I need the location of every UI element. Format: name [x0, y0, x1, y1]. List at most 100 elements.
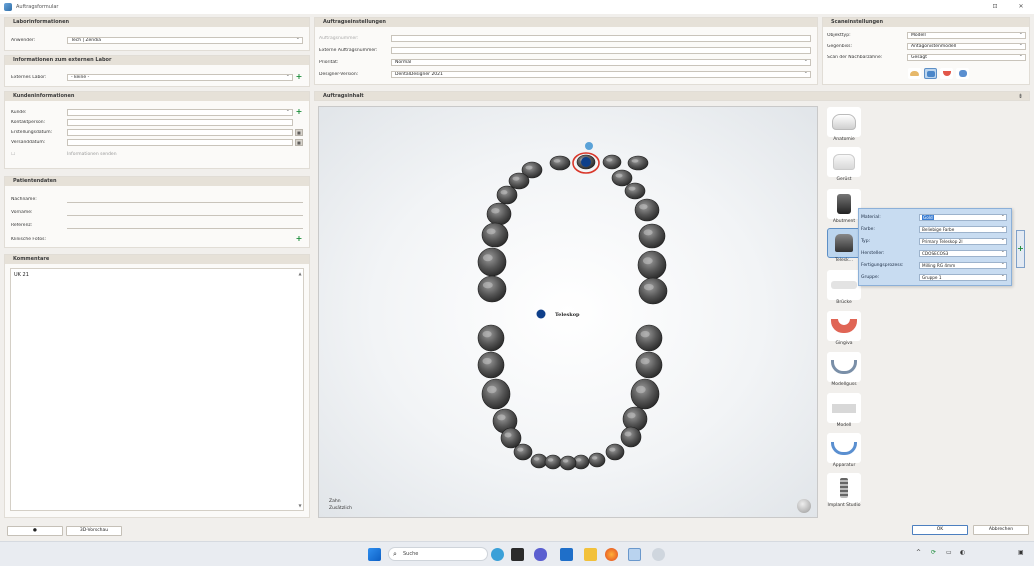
tooth[interactable] [627, 155, 649, 171]
tray-display-icon[interactable]: ▭ [946, 549, 952, 556]
popup-row-select[interactable]: CDOSECOS3 [919, 250, 1007, 257]
tooth[interactable] [605, 443, 625, 461]
tooth[interactable] [477, 351, 505, 379]
app-icon[interactable] [652, 548, 665, 561]
tooth[interactable] [611, 169, 633, 187]
3d-preview-button[interactable]: 3D-Vorschau [66, 526, 122, 536]
taskbar-search-input[interactable]: Suche [388, 547, 488, 561]
object-type-select[interactable]: Modell [907, 31, 1026, 39]
restore-window-icon[interactable]: ⊡ [990, 3, 1000, 11]
chat-icon[interactable] [534, 548, 547, 561]
tray-chevron-icon[interactable]: ^ [916, 549, 921, 556]
tooth[interactable] [549, 155, 571, 171]
ext-order-number-input[interactable] [391, 46, 811, 54]
popup-row-select[interactable]: Primary Teleskop 2l [919, 238, 1007, 245]
neighbour-scan-select[interactable]: Gesägt [907, 53, 1026, 61]
add-photo-icon[interactable]: + [295, 235, 303, 243]
tooth[interactable] [635, 324, 663, 352]
firefox-icon[interactable] [605, 548, 618, 561]
tool-modell[interactable]: Modell [822, 393, 866, 433]
selected-tooth-marker[interactable] [581, 157, 591, 167]
tooth[interactable] [630, 378, 660, 410]
tool-implant-studio[interactable]: Implant Studio [822, 473, 866, 513]
scroll-up-icon[interactable]: ▲ [298, 271, 302, 276]
calendar-icon[interactable]: ▦ [295, 138, 303, 146]
scan-impression-icon[interactable] [956, 68, 969, 79]
comments-textarea[interactable]: UK 21 ▲ ▼ [10, 268, 304, 511]
pin-icon[interactable]: ⇟ [1018, 92, 1023, 101]
tooth[interactable] [637, 250, 667, 280]
scroll-down-icon[interactable]: ▼ [298, 503, 302, 508]
send-info-checkbox[interactable]: ☐ [11, 152, 67, 157]
calendar-icon[interactable]: ▦ [295, 128, 303, 136]
file-explorer-icon[interactable] [584, 548, 597, 561]
tooth[interactable] [477, 247, 507, 277]
antagonist-select[interactable]: Antagonistenmodell [907, 42, 1026, 50]
task-view-icon[interactable] [511, 548, 524, 561]
tooth[interactable] [588, 452, 606, 468]
tooth[interactable] [508, 172, 530, 190]
comments-scrollbar[interactable]: ▲ ▼ [298, 271, 302, 508]
created-date-input[interactable] [67, 128, 293, 136]
tooth[interactable] [624, 182, 646, 200]
tooth[interactable] [634, 198, 660, 222]
scan-gingiva-icon[interactable] [940, 68, 953, 79]
tooth[interactable] [559, 455, 577, 471]
external-lab-select[interactable]: - keine - [67, 73, 293, 81]
tooth[interactable] [602, 154, 622, 170]
lastname-input[interactable] [67, 196, 303, 203]
tray-notification-icon[interactable]: ▣ [1018, 549, 1024, 556]
dental-system-icon[interactable] [628, 548, 641, 561]
tooth[interactable] [481, 222, 509, 248]
tooth[interactable] [486, 202, 512, 226]
designer-version-select[interactable]: DentalDesigner 2021 [391, 70, 811, 78]
add-customer-icon[interactable]: + [295, 108, 303, 116]
tooth-info-icon[interactable] [585, 142, 593, 150]
teamviewer-icon[interactable] [560, 548, 573, 561]
start-icon[interactable] [368, 548, 381, 561]
tray-sync-icon[interactable]: ⟳ [931, 549, 936, 556]
tooth[interactable] [477, 275, 507, 303]
add-restoration-button[interactable]: + [1016, 230, 1025, 268]
copilot-icon[interactable] [491, 548, 504, 561]
tooth[interactable] [635, 351, 663, 379]
preview-toggle-button[interactable]: ● [7, 526, 63, 536]
dental-chart-viewport[interactable]: Teleskop Zahn Zusätzlich [318, 106, 818, 518]
add-external-lab-icon[interactable]: + [295, 73, 303, 81]
popup-row-select[interactable]: Gold [919, 214, 1007, 221]
close-window-icon[interactable]: ✕ [1016, 3, 1026, 11]
tooth[interactable] [530, 453, 548, 469]
cancel-button[interactable]: Abbrechen [973, 525, 1029, 535]
reference-input[interactable] [67, 222, 303, 229]
tool-gerust[interactable]: Gerüst [822, 147, 866, 187]
tool-gingiva[interactable]: Gingiva [822, 311, 866, 351]
customer-select[interactable] [67, 108, 293, 116]
ship-date-input[interactable] [67, 138, 293, 146]
popup-row-select[interactable]: Gruppe 1 [919, 274, 1007, 281]
contact-input[interactable] [67, 118, 293, 126]
scan-model-icon[interactable] [908, 68, 921, 79]
order-number-input[interactable] [391, 34, 811, 42]
firstname-input[interactable] [67, 209, 303, 216]
priority-select[interactable]: Normal [391, 58, 811, 66]
tooth[interactable] [496, 185, 518, 205]
tool-modellguss[interactable]: Modellguss [822, 352, 866, 392]
tooth[interactable] [481, 378, 511, 410]
tool-anatomie[interactable]: Anatomie [822, 107, 866, 147]
tooth[interactable] [513, 443, 533, 461]
operator-select[interactable]: Tech | Zendia [67, 36, 303, 44]
scan-antagonist-icon[interactable] [924, 68, 937, 79]
popup-row-select[interactable]: Milling RG 4mm [919, 262, 1007, 269]
teleskop-legend-marker [536, 309, 546, 319]
ok-button[interactable]: OK [912, 525, 968, 535]
tooth[interactable] [544, 454, 562, 470]
tooth[interactable] [638, 223, 666, 249]
tooth[interactable] [620, 426, 642, 448]
tooth[interactable] [638, 277, 668, 305]
tooth[interactable] [477, 324, 505, 352]
tool-apparatur[interactable]: Apparatur [822, 433, 866, 473]
view-rotate-icon[interactable] [797, 499, 811, 513]
tray-network-icon[interactable]: ◐ [960, 549, 965, 556]
tooth[interactable] [622, 406, 648, 432]
popup-row-select[interactable]: Beliebige Farbe [919, 226, 1007, 233]
